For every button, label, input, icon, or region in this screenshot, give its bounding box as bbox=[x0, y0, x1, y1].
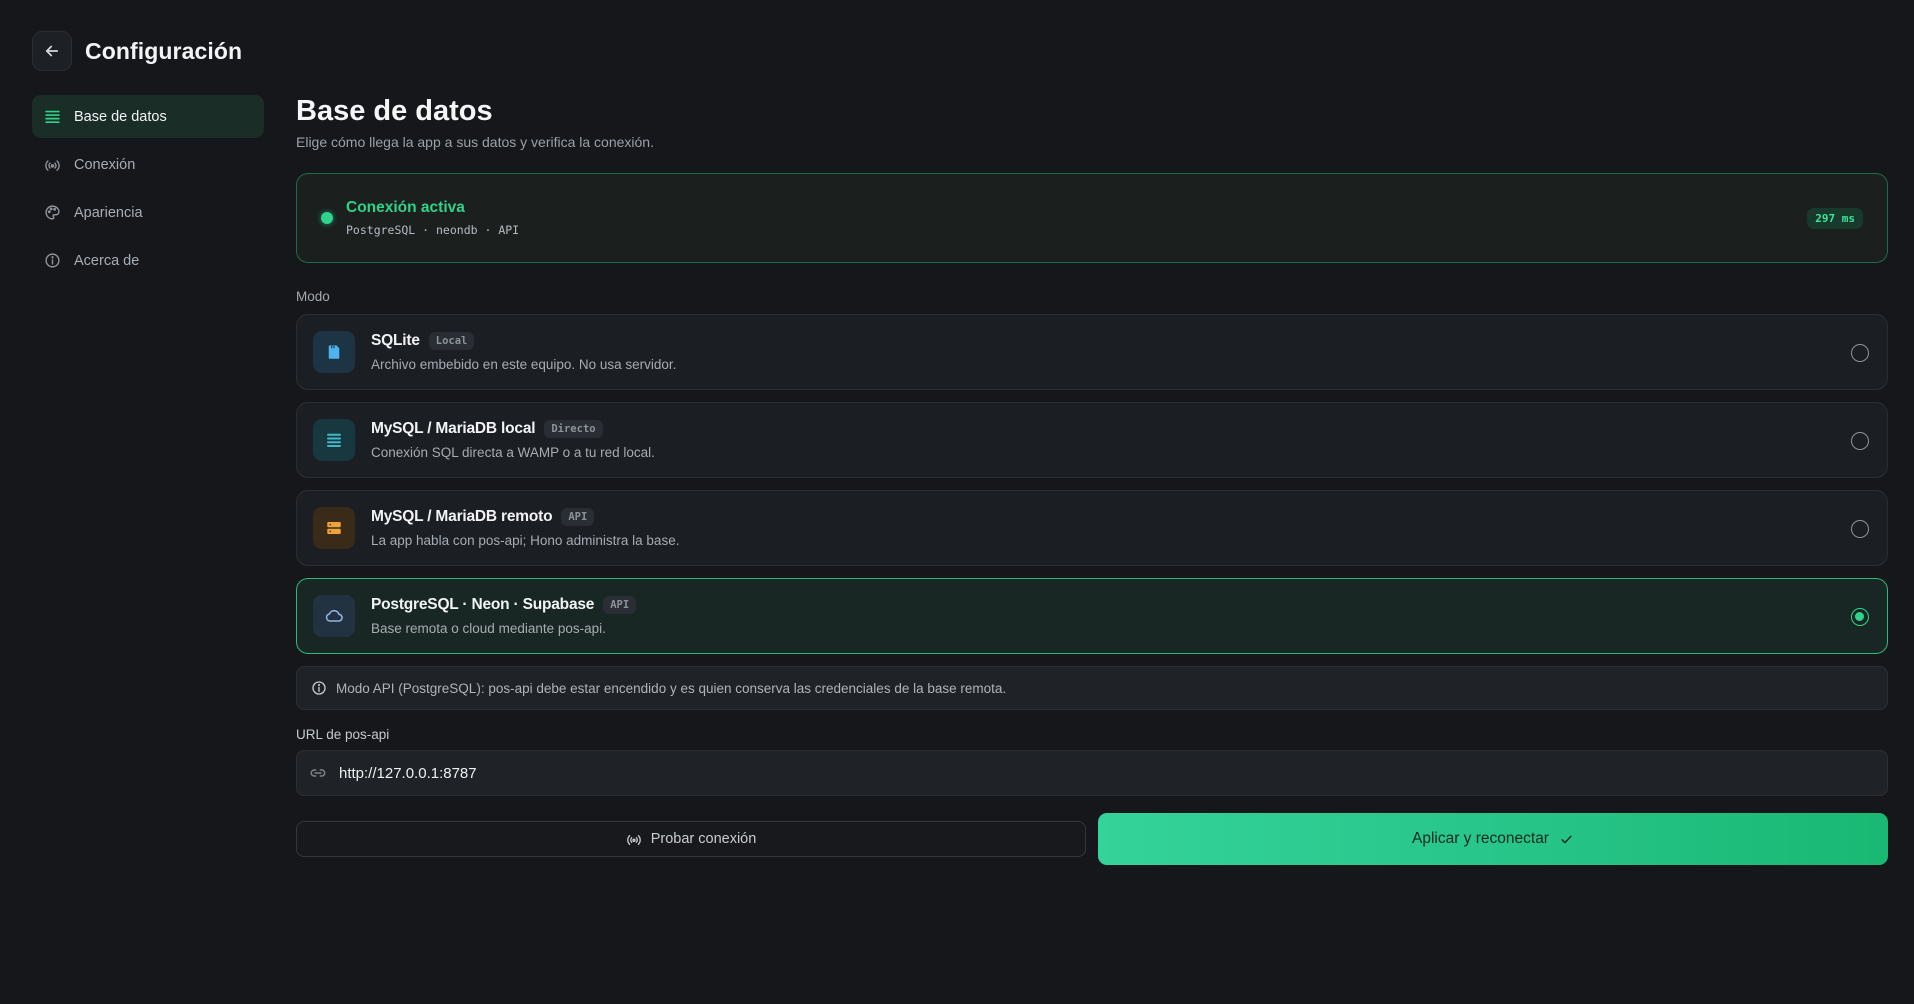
check-icon bbox=[1561, 835, 1572, 843]
mode-icon-box bbox=[313, 507, 355, 549]
signal-icon bbox=[45, 160, 60, 171]
server-icon bbox=[327, 522, 341, 534]
list-icon bbox=[327, 433, 341, 447]
back-button[interactable] bbox=[32, 31, 72, 71]
arrow-left-icon bbox=[45, 45, 59, 57]
status-meta: PostgreSQL · neondb · API bbox=[346, 223, 520, 237]
info-icon bbox=[45, 253, 60, 268]
sidebar-item-database[interactable]: Base de datos bbox=[32, 95, 264, 138]
mode-radio[interactable] bbox=[1851, 520, 1869, 538]
status-title: Conexión activa bbox=[346, 199, 465, 216]
sidebar: Base de datos Conexión Apariencia Acerca… bbox=[32, 95, 264, 287]
mode-description: Archivo embebido en este equipo. No usa … bbox=[371, 357, 677, 372]
mode-radio[interactable] bbox=[1851, 344, 1869, 362]
mode-title: MySQL / MariaDB local bbox=[371, 420, 536, 437]
mode-option-sqlite[interactable]: SQLite Local Archivo embebido en este eq… bbox=[296, 314, 1888, 390]
mode-option-postgresql[interactable]: PostgreSQL · Neon · Supabase API Base re… bbox=[296, 578, 1888, 654]
header: Configuración bbox=[32, 31, 242, 71]
mode-tag: API bbox=[561, 508, 595, 526]
sidebar-item-label: Apariencia bbox=[74, 204, 143, 221]
sidebar-item-appearance[interactable]: Apariencia bbox=[32, 191, 264, 234]
file-icon bbox=[328, 345, 340, 359]
link-icon bbox=[310, 769, 326, 777]
url-input[interactable] bbox=[339, 764, 1839, 782]
info-text: Modo API (PostgreSQL): pos-api debe esta… bbox=[336, 680, 1007, 696]
url-field[interactable] bbox=[296, 750, 1888, 796]
main-content: Base de datos Elige cómo llega la app a … bbox=[296, 92, 1888, 865]
sidebar-item-connection[interactable]: Conexión bbox=[32, 143, 264, 186]
mode-description: Conexión SQL directa a WAMP o a tu red l… bbox=[371, 445, 655, 460]
mode-option-mysql-local[interactable]: MySQL / MariaDB local Directo Conexión S… bbox=[296, 402, 1888, 478]
mode-title: MySQL / MariaDB remoto bbox=[371, 508, 553, 525]
mode-description: Base remota o cloud mediante pos-api. bbox=[371, 621, 606, 636]
cloud-icon bbox=[325, 609, 343, 622]
page-title: Base de datos bbox=[296, 95, 493, 127]
status-dot-icon bbox=[321, 212, 333, 224]
url-label: URL de pos-api bbox=[296, 727, 390, 742]
sidebar-item-about[interactable]: Acerca de bbox=[32, 239, 264, 282]
sidebar-item-label: Base de datos bbox=[74, 108, 167, 125]
mode-icon-box bbox=[313, 419, 355, 461]
mode-description: La app habla con pos-api; Hono administr… bbox=[371, 533, 680, 548]
sidebar-item-label: Conexión bbox=[74, 156, 136, 173]
info-icon bbox=[312, 681, 326, 695]
mode-icon-box bbox=[313, 595, 355, 637]
sidebar-item-label: Acerca de bbox=[74, 252, 140, 269]
mode-title: SQLite bbox=[371, 332, 420, 349]
api-info-box: Modo API (PostgreSQL): pos-api debe esta… bbox=[296, 666, 1888, 710]
mode-option-mysql-remote[interactable]: MySQL / MariaDB remoto API La app habla … bbox=[296, 490, 1888, 566]
test-connection-button[interactable]: Probar conexión bbox=[296, 821, 1086, 857]
mode-radio[interactable] bbox=[1851, 432, 1869, 450]
apply-label: Aplicar y reconectar bbox=[1412, 830, 1549, 847]
palette-icon bbox=[45, 205, 60, 220]
app-title: Configuración bbox=[85, 37, 243, 64]
mode-icon-box bbox=[313, 331, 355, 373]
apply-reconnect-button[interactable]: Aplicar y reconectar bbox=[1098, 813, 1888, 865]
test-connection-label: Probar conexión bbox=[650, 831, 757, 847]
mode-tag: Local bbox=[428, 332, 475, 350]
database-icon bbox=[45, 110, 60, 124]
mode-label: Modo bbox=[296, 289, 330, 304]
page-subtitle: Elige cómo llega la app a sus datos y ve… bbox=[296, 134, 654, 150]
mode-radio-selected[interactable] bbox=[1851, 608, 1869, 626]
signal-icon bbox=[626, 835, 641, 845]
mode-tag: API bbox=[603, 596, 637, 614]
connection-status-card: Conexión activa PostgreSQL · neondb · AP… bbox=[296, 173, 1888, 263]
mode-tag: Directo bbox=[544, 420, 603, 438]
action-row: Probar conexión Aplicar y reconectar bbox=[296, 813, 1888, 865]
mode-title: PostgreSQL · Neon · Supabase bbox=[371, 596, 595, 613]
latency-badge: 297 ms bbox=[1807, 208, 1863, 229]
